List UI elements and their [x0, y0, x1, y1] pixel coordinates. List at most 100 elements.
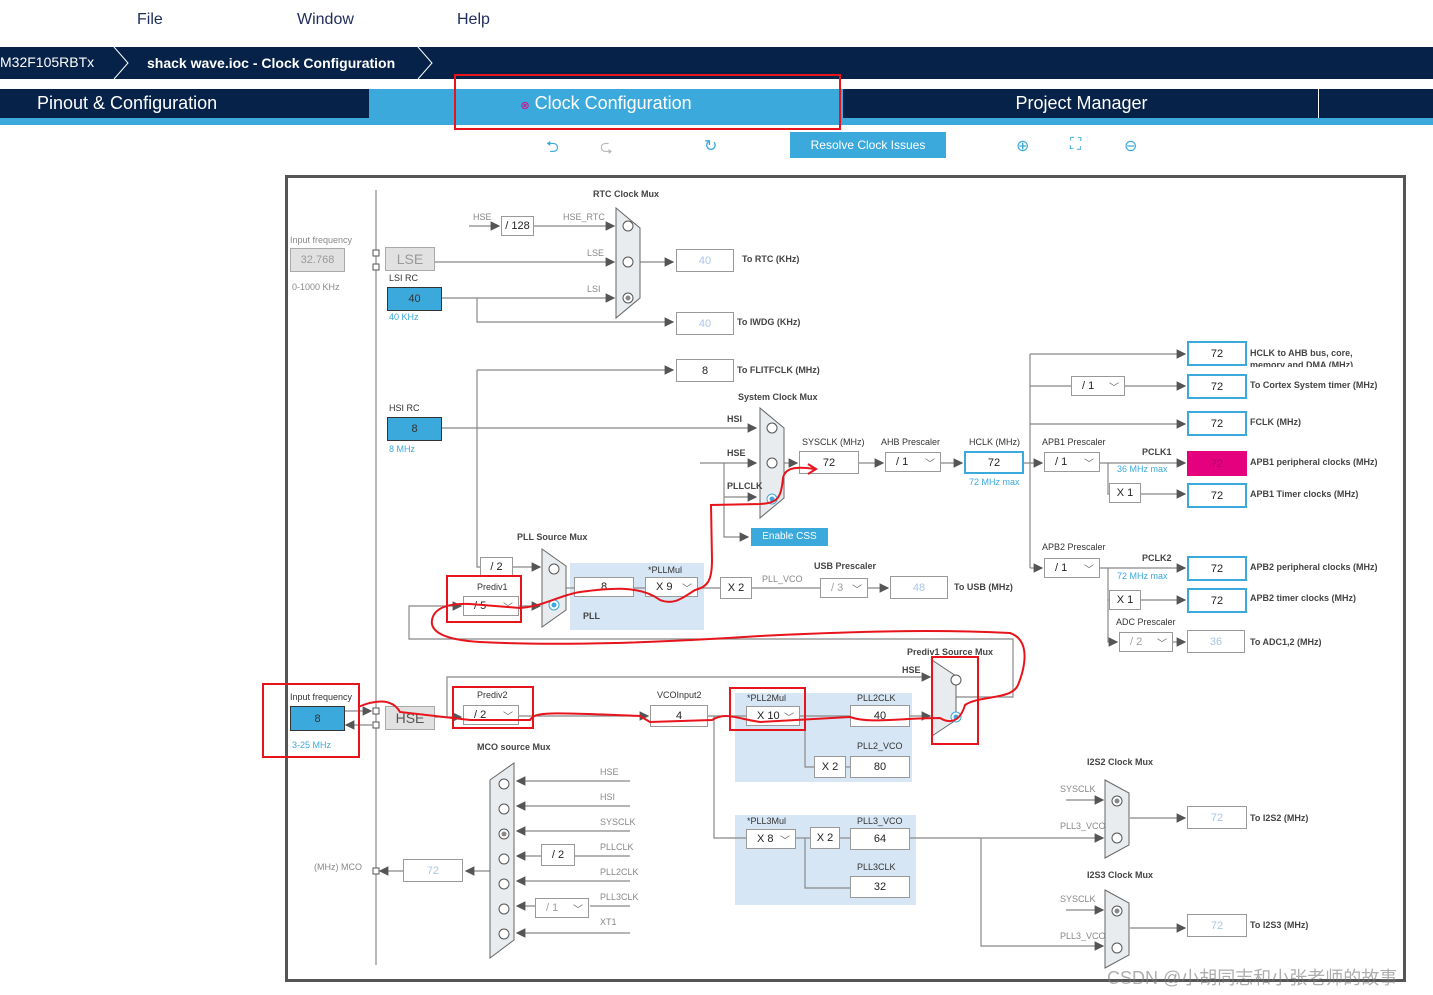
mco-label: (MHz) MCO: [314, 862, 362, 872]
i2s3-pll3-label: PLL3_VCO: [1060, 931, 1106, 941]
apb2-timer-label: APB2 timer clocks (MHz): [1250, 593, 1357, 603]
chevron-down-icon: ﹀: [503, 603, 513, 614]
flitfclk-label: To FLITFCLK (MHz): [737, 365, 820, 375]
chevron-down-icon: ﹀: [780, 836, 790, 847]
ahb-prescaler-select[interactable]: / 1 ﹀: [885, 452, 941, 472]
pll2-vco-label: PLL2_VCO: [857, 741, 903, 751]
pll-source-mux-title: PLL Source Mux: [517, 532, 588, 542]
chevron-down-icon: ﹀: [925, 459, 935, 470]
pll3mul-select[interactable]: X 8 ﹀: [746, 829, 796, 849]
apb1-timer-output[interactable]: 72: [1187, 483, 1247, 508]
i2s3-mux-title: I2S3 Clock Mux: [1087, 870, 1154, 880]
hsi-label: HSI RC: [389, 403, 420, 413]
sysclk-label: SYSCLK (MHz): [802, 437, 865, 447]
mco-input-hsi: HSI: [600, 792, 616, 802]
hclk-label: HCLK (MHz): [969, 437, 1020, 447]
rtc-output: 40: [676, 249, 734, 272]
fclk-label: FCLK (MHz): [1250, 417, 1301, 427]
pll3mul-label: *PLL3Mul: [747, 816, 787, 826]
rtc-hse-label: HSE: [473, 212, 492, 222]
apb1-prescaler-select[interactable]: / 1 ﹀: [1044, 452, 1100, 472]
mco-input-pllclk: PLLCLK: [600, 842, 634, 852]
mco-pll3-divider-select[interactable]: / 1 ﹀: [535, 898, 589, 918]
hsi-unit: 8 MHz: [389, 444, 416, 454]
chevron-down-icon: ﹀: [1084, 565, 1094, 576]
pll-input: 8: [574, 577, 634, 597]
pll2-vco-value: 80: [850, 756, 910, 778]
usb-prescaler-select[interactable]: / 3 ﹀: [820, 578, 868, 598]
i2s2-sysclk-label: SYSCLK: [1060, 784, 1096, 794]
hse-block[interactable]: HSE: [385, 706, 435, 730]
chevron-down-icon: ﹀: [1109, 383, 1119, 394]
hclk-value[interactable]: 72: [964, 451, 1024, 474]
lse-range: 0-1000 KHz: [292, 282, 340, 292]
pll-source-mux: [541, 548, 567, 628]
adc-prescaler-select[interactable]: / 2 ﹀: [1119, 632, 1173, 652]
rtc-lse-label: LSE: [587, 248, 605, 258]
pclk1-label: PCLK1: [1142, 447, 1172, 457]
iwdg-output: 40: [676, 312, 734, 335]
mco-input-pll2clk: PLL2CLK: [600, 867, 639, 877]
pll-vco-x2: X 2: [720, 577, 752, 599]
usb-prescaler-label: USB Prescaler: [814, 561, 877, 571]
lse-input-frequency[interactable]: 32.768: [290, 248, 345, 272]
apb1-timer-label: APB1 Timer clocks (MHz): [1250, 489, 1359, 499]
pll-name: PLL: [583, 611, 600, 621]
hsi-value: 8: [387, 417, 442, 441]
lse-block[interactable]: LSE: [385, 247, 435, 271]
pll2mul-label: *PLL2Mul: [747, 693, 787, 703]
pclk1-max: 36 MHz max: [1117, 464, 1168, 474]
usb-output: 48: [890, 576, 948, 599]
chevron-down-icon: ﹀: [682, 584, 692, 595]
fclk-output[interactable]: 72: [1187, 411, 1247, 436]
apb2-peripheral-label: APB2 peripheral clocks (MHz): [1250, 562, 1378, 572]
hclk-ahb-output[interactable]: 72: [1187, 341, 1247, 366]
pll3clk-label: PLL3CLK: [857, 862, 896, 872]
pllmul-label: *PLLMul: [648, 565, 683, 575]
apb1-peripheral-output[interactable]: 72: [1187, 451, 1247, 476]
lsi-unit: 40 KHz: [389, 312, 419, 322]
adc-output: 36: [1187, 630, 1245, 653]
sysmux-pllclk-label: PLLCLK: [727, 481, 763, 491]
cortex-timer-output[interactable]: 72: [1187, 374, 1247, 399]
apb2-prescaler-select[interactable]: / 1 ﹀: [1044, 558, 1100, 578]
hse-input-frequency[interactable]: 8: [290, 706, 345, 731]
pllmul-select[interactable]: X 9 ﹀: [645, 577, 698, 597]
prediv1-source-mux: [931, 659, 957, 737]
rtc-mux-title: RTC Clock Mux: [593, 189, 660, 199]
apb1-peripheral-label: APB1 peripheral clocks (MHz): [1250, 457, 1378, 467]
mco-input-xt1: XT1: [600, 917, 617, 927]
prediv2-select[interactable]: / 2 ﹀: [463, 705, 519, 725]
apb1-prescaler-label: APB1 Prescaler: [1042, 437, 1106, 447]
prediv1-mux-hse-label: HSE: [902, 665, 921, 675]
cortex-timer-label: To Cortex System timer (MHz): [1250, 380, 1378, 390]
sysmux-hse-label: HSE: [727, 448, 746, 458]
mco-pll-divider: / 2: [541, 844, 575, 866]
flitfclk-output: 8: [676, 359, 734, 382]
hse-range: 3-25 MHz: [292, 740, 332, 750]
apb2-prescaler-label: APB2 Prescaler: [1042, 542, 1106, 552]
pll3clk-value: 32: [850, 876, 910, 898]
vcoinput2-value: 4: [650, 705, 708, 727]
pll2mul-select[interactable]: X 10 ﹀: [746, 706, 800, 726]
enable-css-button[interactable]: Enable CSS: [751, 528, 828, 546]
sysclk-value[interactable]: 72: [799, 451, 859, 474]
rtc-lsi-label: LSI: [587, 284, 601, 294]
prediv1-select[interactable]: / 5 ﹀: [463, 596, 519, 616]
apb2-timer-output[interactable]: 72: [1187, 588, 1247, 613]
chevron-down-icon: ﹀: [852, 585, 862, 596]
chevron-down-icon: ﹀: [503, 712, 513, 723]
prediv1-label: Prediv1: [477, 582, 508, 592]
lsi-value: 40: [387, 287, 442, 311]
pll3-vco-x2: X 2: [810, 827, 840, 849]
watermark: CSDN @小胡同志和小张老师的故事: [1107, 968, 1398, 988]
pll2-vco-x2: X 2: [814, 756, 846, 778]
i2s3-output-label: To I2S3 (MHz): [1250, 920, 1309, 930]
system-clock-mux-title: System Clock Mux: [738, 392, 818, 402]
cortex-timer-divider-select[interactable]: / 1 ﹀: [1071, 376, 1125, 396]
i2s2-mux-title: I2S2 Clock Mux: [1087, 757, 1154, 767]
i2s2-clock-mux: [1104, 779, 1130, 859]
apb2-peripheral-output[interactable]: 72: [1187, 556, 1247, 581]
apb1-timer-multiplier: X 1: [1109, 483, 1141, 503]
chevron-down-icon: ﹀: [573, 905, 583, 916]
